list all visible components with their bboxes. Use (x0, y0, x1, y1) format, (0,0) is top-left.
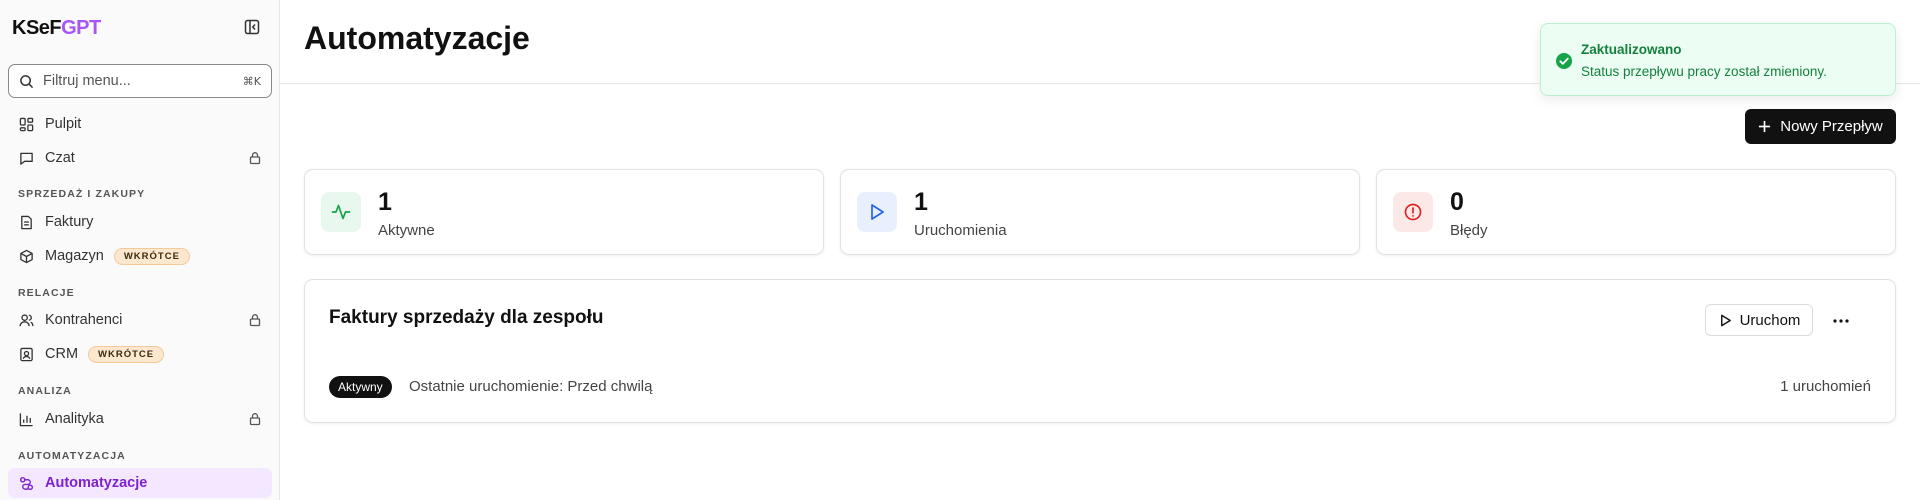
stat-label: Uruchomienia (914, 222, 1007, 239)
package-icon (18, 248, 34, 264)
sidebar-item-analityka[interactable]: Analityka (8, 404, 272, 434)
sidebar-collapse-button[interactable] (243, 18, 261, 36)
sidebar-item-automatyzacje[interactable]: Automatyzacje (8, 468, 272, 498)
sidebar-item-pulpit[interactable]: Pulpit (8, 109, 272, 139)
dashboard-icon (18, 116, 34, 132)
stat-card-active: 1 Aktywne (304, 169, 824, 255)
section-title-relations: RELACJE (18, 287, 75, 299)
last-run-text: Ostatnie uruchomienie: Przed chwilą (409, 378, 653, 395)
activity-icon (321, 192, 361, 232)
sidebar-item-label: Magazyn (45, 248, 104, 264)
plus-icon (1759, 120, 1771, 133)
sidebar-item-label: Kontrahenci (45, 312, 123, 328)
play-icon (857, 192, 897, 232)
run-count-text: 1 uruchomień (1780, 378, 1871, 395)
sidebar-item-magazyn[interactable]: Magazyn WKRÓTCE (8, 241, 272, 271)
workflow-card[interactable]: Faktury sprzedaży dla zespołu Uruchom Ak… (304, 279, 1896, 423)
sidebar-item-label: Czat (45, 150, 75, 166)
chat-icon (18, 150, 34, 166)
more-horizontal-icon (1833, 319, 1849, 323)
search-shortcut-hint: ⌘K (242, 74, 261, 88)
sidebar-item-label: Pulpit (45, 116, 82, 132)
brand-logo[interactable]: KSeF GPT (12, 14, 101, 42)
stat-value: 0 (1450, 188, 1464, 216)
new-workflow-button[interactable]: Nowy Przepływ (1745, 109, 1896, 144)
stat-value: 1 (914, 188, 928, 216)
menu-search[interactable]: ⌘K (8, 64, 272, 98)
brand-logo-part1: KSeF (12, 16, 62, 39)
sidebar: KSeFGPT ⌘K Pulpit Czat (0, 0, 280, 500)
check-circle-icon (1556, 53, 1572, 69)
sidebar-item-label: Faktury (45, 214, 94, 230)
more-options-button[interactable] (1828, 308, 1854, 334)
stat-card-errors: 0 Błędy (1376, 169, 1896, 255)
coming-soon-badge: WKRÓTCE (88, 345, 165, 363)
file-text-icon (18, 214, 34, 230)
bar-chart-icon (18, 411, 34, 427)
contact-card-icon (18, 346, 34, 362)
sidebar-item-label: Automatyzacje (45, 475, 148, 491)
toast-message: Status przepływu pracy został zmieniony. (1581, 64, 1827, 79)
status-badge: Aktywny (329, 376, 392, 398)
section-title-analysis: ANALIZA (18, 385, 72, 397)
toast-title: Zaktualizowano (1581, 42, 1682, 57)
stat-label: Błędy (1450, 222, 1488, 239)
success-toast[interactable]: Zaktualizowano Status przepływu pracy zo… (1540, 23, 1896, 96)
section-title-sales: SPRZEDAŻ I ZAKUPY (18, 188, 146, 200)
stat-label: Aktywne (378, 222, 435, 239)
lock-icon (249, 314, 261, 327)
sidebar-toggle-icon (244, 19, 260, 35)
users-icon (18, 312, 34, 328)
sidebar-item-label: CRM (45, 346, 79, 362)
stat-card-runs: 1 Uruchomienia (840, 169, 1360, 255)
new-workflow-button-label: Nowy Przepływ (1780, 118, 1883, 135)
stat-value: 1 (378, 188, 392, 216)
coming-soon-badge: WKRÓTCE (113, 247, 190, 265)
alert-circle-icon (1393, 192, 1433, 232)
lock-icon (249, 152, 261, 165)
menu-search-input[interactable] (43, 73, 243, 89)
sidebar-item-label: Analityka (45, 411, 104, 427)
brand-logo-part2: GPT (61, 16, 101, 39)
play-icon (1720, 314, 1731, 326)
workflow-icon (18, 475, 34, 491)
page-title: Automatyzacje (304, 20, 530, 56)
sidebar-item-crm[interactable]: CRM WKRÓTCE (8, 339, 272, 369)
run-workflow-button-label: Uruchom (1739, 311, 1801, 329)
run-workflow-button[interactable]: Uruchom (1705, 304, 1813, 336)
sidebar-item-kontrahenci[interactable]: Kontrahenci (8, 305, 272, 335)
section-title-automation: AUTOMATYZACJA (18, 450, 126, 462)
workflow-title: Faktury sprzedaży dla zespołu (329, 307, 604, 328)
sidebar-item-faktury[interactable]: Faktury (8, 207, 272, 237)
lock-icon (249, 413, 261, 426)
search-icon (20, 74, 34, 88)
sidebar-item-czat[interactable]: Czat (8, 143, 272, 173)
